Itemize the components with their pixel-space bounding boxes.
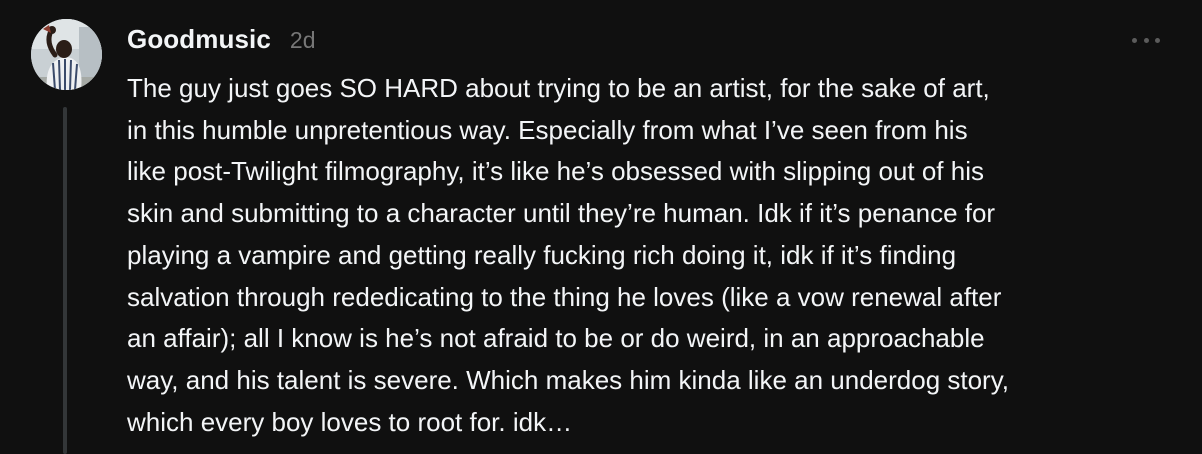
post-body-line: skin and submitting to a character until… bbox=[127, 198, 996, 229]
username[interactable]: Goodmusic bbox=[127, 24, 271, 55]
avatar-photo bbox=[31, 19, 102, 90]
post-body-line: salvation through rededicating to the th… bbox=[127, 281, 1002, 312]
post-body-line: The guy just goes SO HARD about trying t… bbox=[127, 73, 990, 103]
more-dot bbox=[1143, 37, 1149, 43]
post-body-line: playing a vampire and getting really fuc… bbox=[127, 239, 957, 270]
more-dot bbox=[1132, 37, 1137, 43]
post-body-line: in this humble unpretentious way. Especi… bbox=[127, 114, 968, 145]
post-body-line: way, and his talent is severe. Which mak… bbox=[127, 364, 1010, 395]
comment-post: Goodmusic 2d The guy just goes SO HARD a… bbox=[0, 0, 1202, 454]
timestamp[interactable]: 2d bbox=[290, 27, 316, 54]
post-body-line: an affair); all I know is he’s not afrai… bbox=[127, 323, 985, 354]
more-dot bbox=[1155, 37, 1160, 43]
post-body-line: like post-Twilight filmography, it’s lik… bbox=[127, 156, 984, 187]
avatar[interactable] bbox=[31, 19, 102, 90]
post-header: Goodmusic 2d bbox=[127, 24, 316, 58]
thread-line bbox=[63, 107, 67, 454]
post-body-line: which every boy loves to root for. idk… bbox=[127, 406, 573, 437]
more-options-icon[interactable] bbox=[1132, 36, 1160, 44]
post-body: The guy just goes SO HARD about trying t… bbox=[127, 68, 1187, 443]
